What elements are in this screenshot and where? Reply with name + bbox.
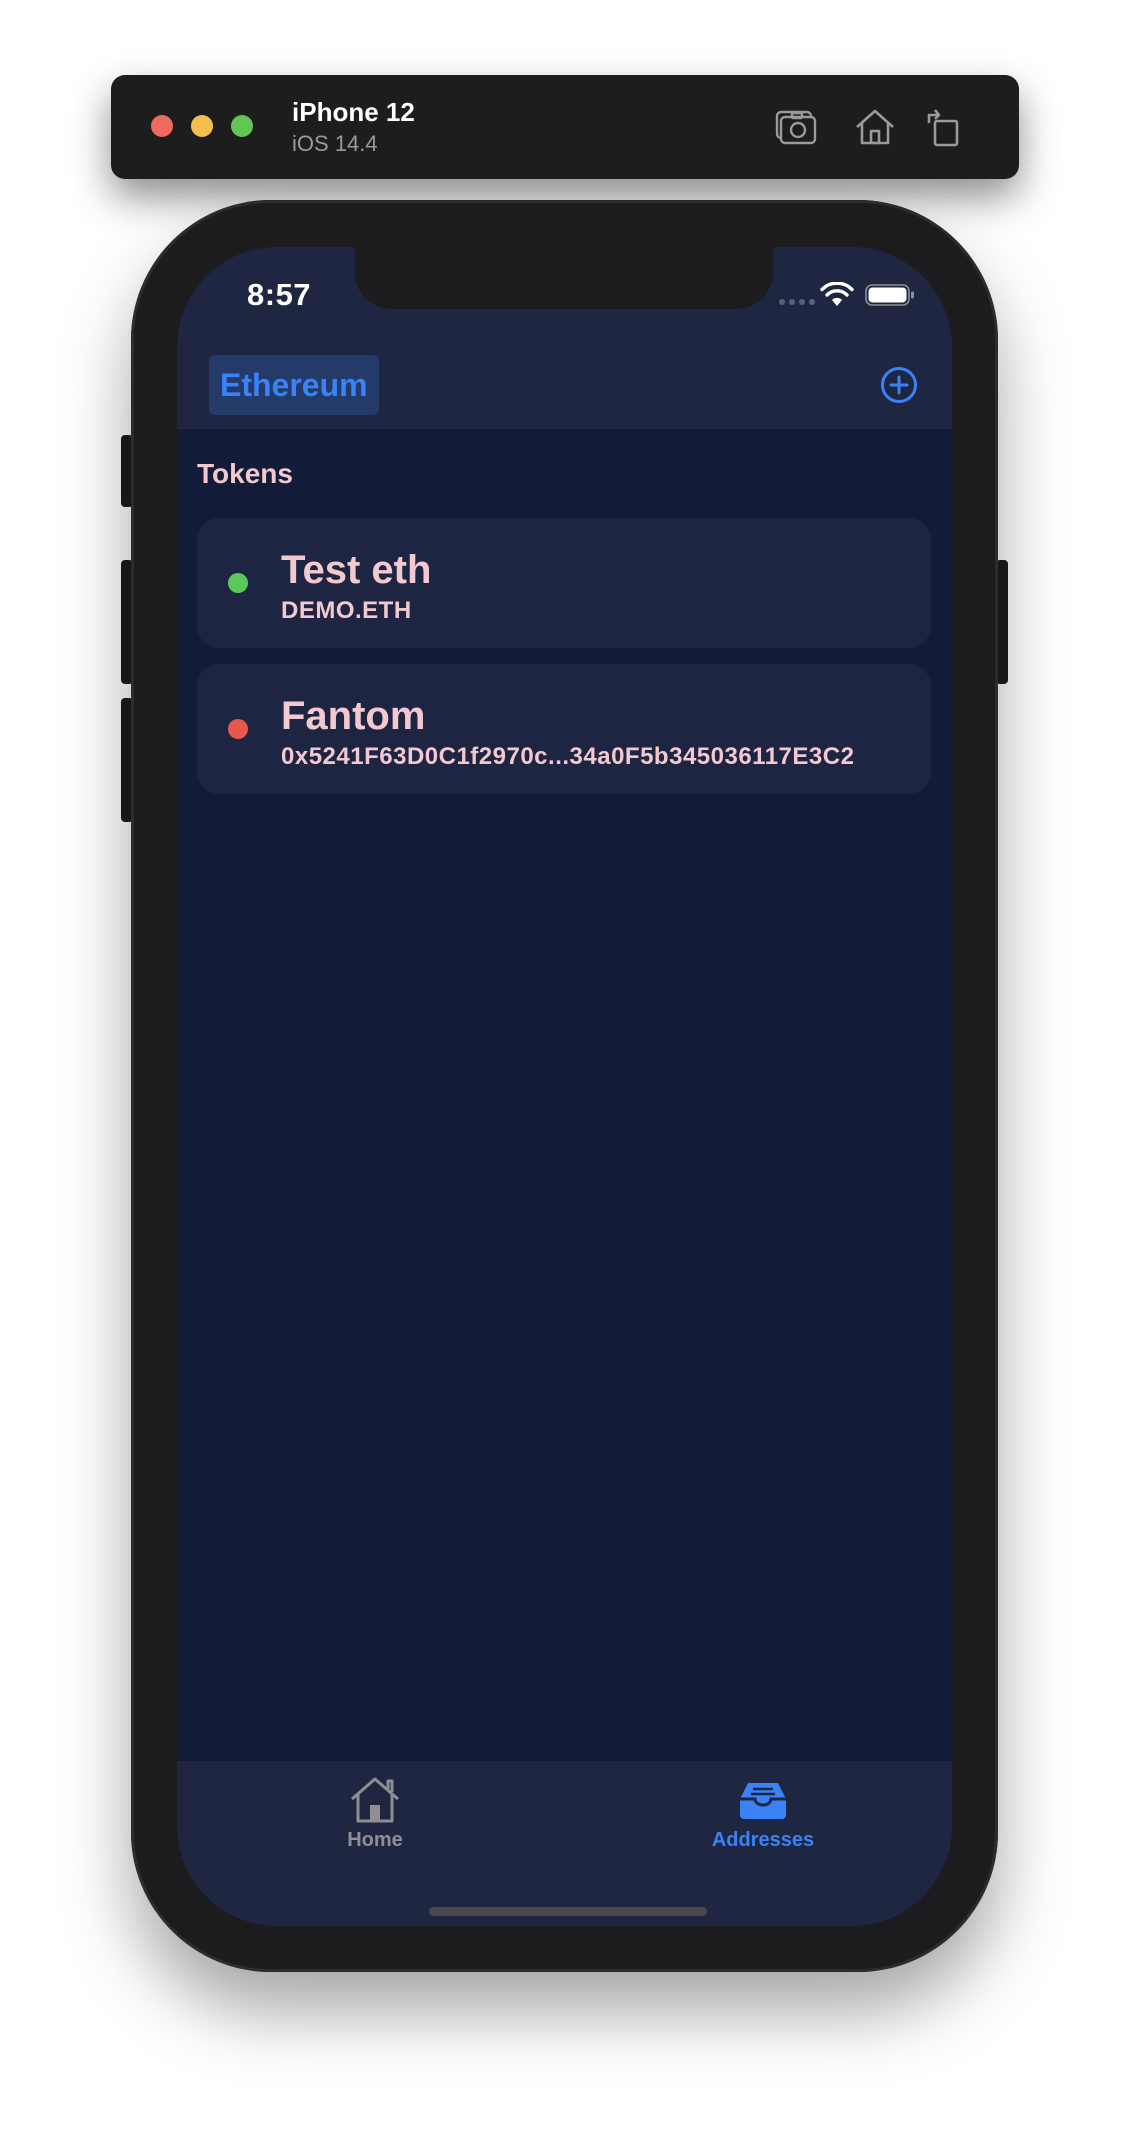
notch: [355, 247, 773, 309]
house-icon: [351, 1777, 399, 1823]
tokens-section-title: Tokens: [197, 458, 293, 489]
simulator-toolbar: iPhone 12 iOS 14.4: [111, 75, 1019, 179]
status-dot-icon: [228, 719, 248, 739]
token-list-item[interactable]: Test eth DEMO.ETH: [197, 518, 931, 648]
tray-icon: [740, 1783, 786, 1819]
os-version: iOS 14.4: [292, 131, 378, 156]
battery-icon: [865, 284, 914, 306]
tab-addresses[interactable]: Addresses: [663, 1775, 863, 1865]
tab-home[interactable]: Home: [275, 1775, 475, 1865]
rotate-icon[interactable]: [921, 103, 969, 151]
status-dot-icon: [228, 573, 248, 593]
device-name: iPhone 12: [292, 97, 415, 127]
home-indicator: [429, 1907, 707, 1916]
tab-addresses-label: Addresses: [711, 1829, 815, 1851]
token-address: DEMO.ETH: [281, 597, 412, 624]
network-selector-button[interactable]: Ethereum: [209, 355, 379, 415]
minimize-window-button[interactable]: [191, 115, 213, 137]
token-address: 0x5241F63D0C1f2970c...34a0F5b345036117E3…: [281, 743, 855, 770]
simulator-window: iPhone 12 iOS 14.4 8:57 Ethereum Tokens …: [0, 0, 1136, 2132]
zoom-window-button[interactable]: [231, 115, 253, 137]
cellular-signal-icon: [779, 299, 815, 305]
token-list-item[interactable]: Fantom 0x5241F63D0C1f2970c...34a0F5b3450…: [197, 664, 931, 794]
close-window-button[interactable]: [151, 115, 173, 137]
home-icon[interactable]: [851, 103, 899, 151]
token-name: Fantom: [281, 694, 426, 738]
phone-screen: 8:57 Ethereum Tokens Test eth DEMO.ETH F…: [177, 247, 952, 1926]
status-time: 8:57: [247, 277, 312, 312]
plus-circle-icon[interactable]: [880, 366, 918, 404]
tab-home-label: Home: [347, 1829, 403, 1851]
token-name: Test eth: [281, 548, 432, 592]
navigation-bar: Ethereum: [177, 327, 952, 429]
tab-bar: Home Addresses: [177, 1761, 952, 1926]
screenshot-icon[interactable]: [772, 103, 820, 151]
wifi-icon: [820, 282, 854, 306]
